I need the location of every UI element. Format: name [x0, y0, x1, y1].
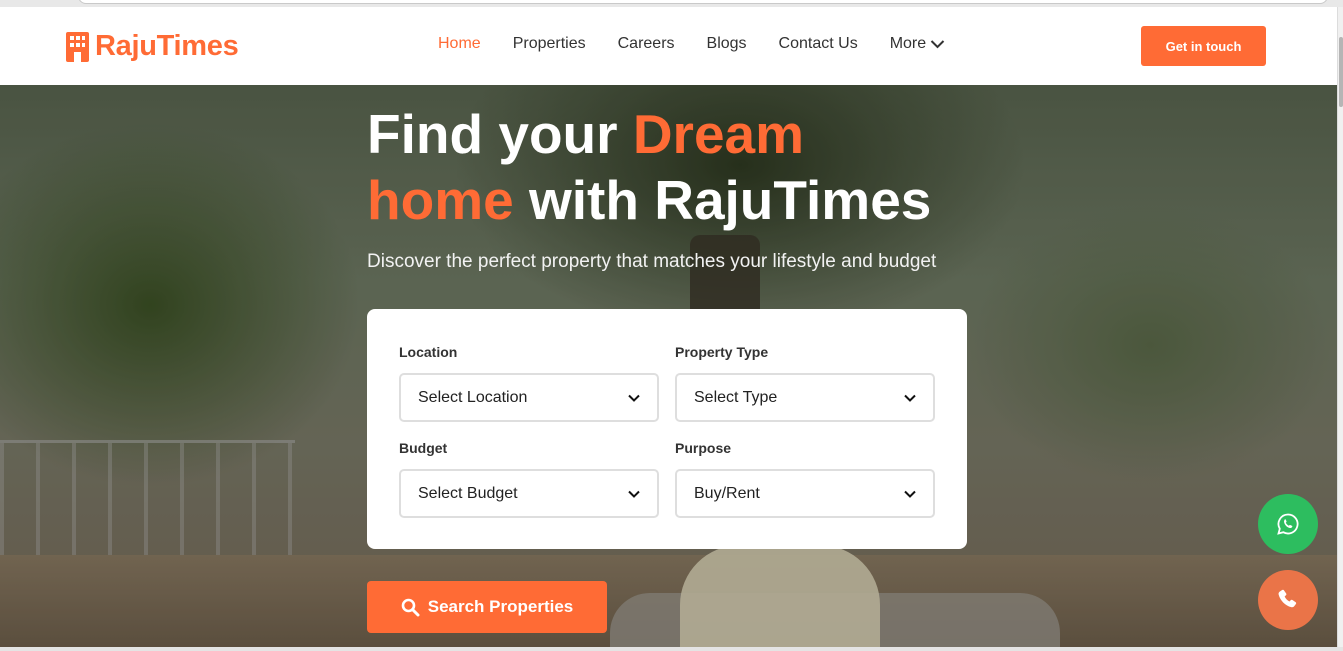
search-properties-label: Search Properties	[427, 597, 574, 616]
chevron-down-icon	[904, 394, 916, 402]
location-select-value: Select Location	[418, 388, 528, 406]
nav-item-contact[interactable]: Contact Us	[779, 35, 858, 53]
browser-top-edge	[0, 0, 1343, 7]
phone-icon	[1278, 589, 1297, 608]
property-type-label: Property Type	[675, 344, 769, 360]
property-type-select[interactable]: Select Type	[675, 373, 935, 422]
hero-section: Find your Dream home with RajuTimes Disc…	[0, 85, 1337, 647]
search-icon	[401, 598, 420, 616]
budget-select[interactable]: Select Budget	[399, 469, 659, 518]
nav-item-home[interactable]: Home	[438, 35, 481, 53]
brand-logo[interactable]: RajuTimes	[66, 30, 239, 63]
budget-select-value: Select Budget	[418, 484, 518, 502]
get-in-touch-button[interactable]: Get in touch	[1141, 26, 1266, 66]
hero-subtitle: Discover the perfect property that match…	[367, 251, 937, 272]
hero-title-part1: Find your	[367, 103, 633, 165]
scrollbar-thumb[interactable]	[1339, 37, 1343, 107]
property-type-field: Property Type Select Type	[675, 344, 935, 422]
purpose-label: Purpose	[675, 440, 732, 456]
whatsapp-icon	[1277, 513, 1299, 535]
purpose-select[interactable]: Buy/Rent	[675, 469, 935, 518]
hero-title-part2: with RajuTimes	[513, 169, 932, 231]
page-bottom-edge	[0, 647, 1343, 651]
purpose-field: Purpose Buy/Rent	[675, 440, 935, 518]
chevron-down-icon	[930, 40, 945, 49]
brand-name: RajuTimes	[95, 30, 239, 62]
search-properties-button[interactable]: Search Properties	[367, 581, 607, 633]
property-type-select-value: Select Type	[694, 388, 778, 406]
nav-item-more-label: More	[889, 35, 927, 52]
location-field: Location Select Location	[399, 344, 659, 422]
chevron-down-icon	[904, 490, 916, 498]
hero-title-highlight-dream: Dream	[632, 103, 805, 165]
budget-field: Budget Select Budget	[399, 440, 659, 518]
building-icon	[66, 31, 89, 62]
chevron-down-icon	[628, 490, 640, 498]
location-select[interactable]: Select Location	[399, 373, 659, 422]
nav-item-blogs[interactable]: Blogs	[707, 35, 747, 53]
hero-title: Find your Dream home with RajuTimes	[367, 101, 987, 233]
purpose-select-value: Buy/Rent	[694, 484, 760, 502]
page-scrollbar[interactable]	[1337, 7, 1343, 651]
main-nav: Home Properties Careers Blogs Contact Us…	[438, 35, 945, 53]
budget-label: Budget	[399, 440, 448, 456]
location-label: Location	[399, 344, 458, 360]
phone-call-button[interactable]	[1258, 570, 1318, 630]
nav-item-properties[interactable]: Properties	[513, 35, 586, 53]
nav-item-careers[interactable]: Careers	[618, 35, 675, 53]
site-header: RajuTimes Home Properties Careers Blogs …	[0, 7, 1337, 85]
whatsapp-button[interactable]	[1258, 494, 1318, 554]
property-search-card: Location Select Location Property Type S…	[367, 309, 967, 549]
chevron-down-icon	[628, 394, 640, 402]
hero-title-highlight-home: home	[367, 169, 514, 231]
nav-item-more[interactable]: More	[890, 35, 945, 53]
